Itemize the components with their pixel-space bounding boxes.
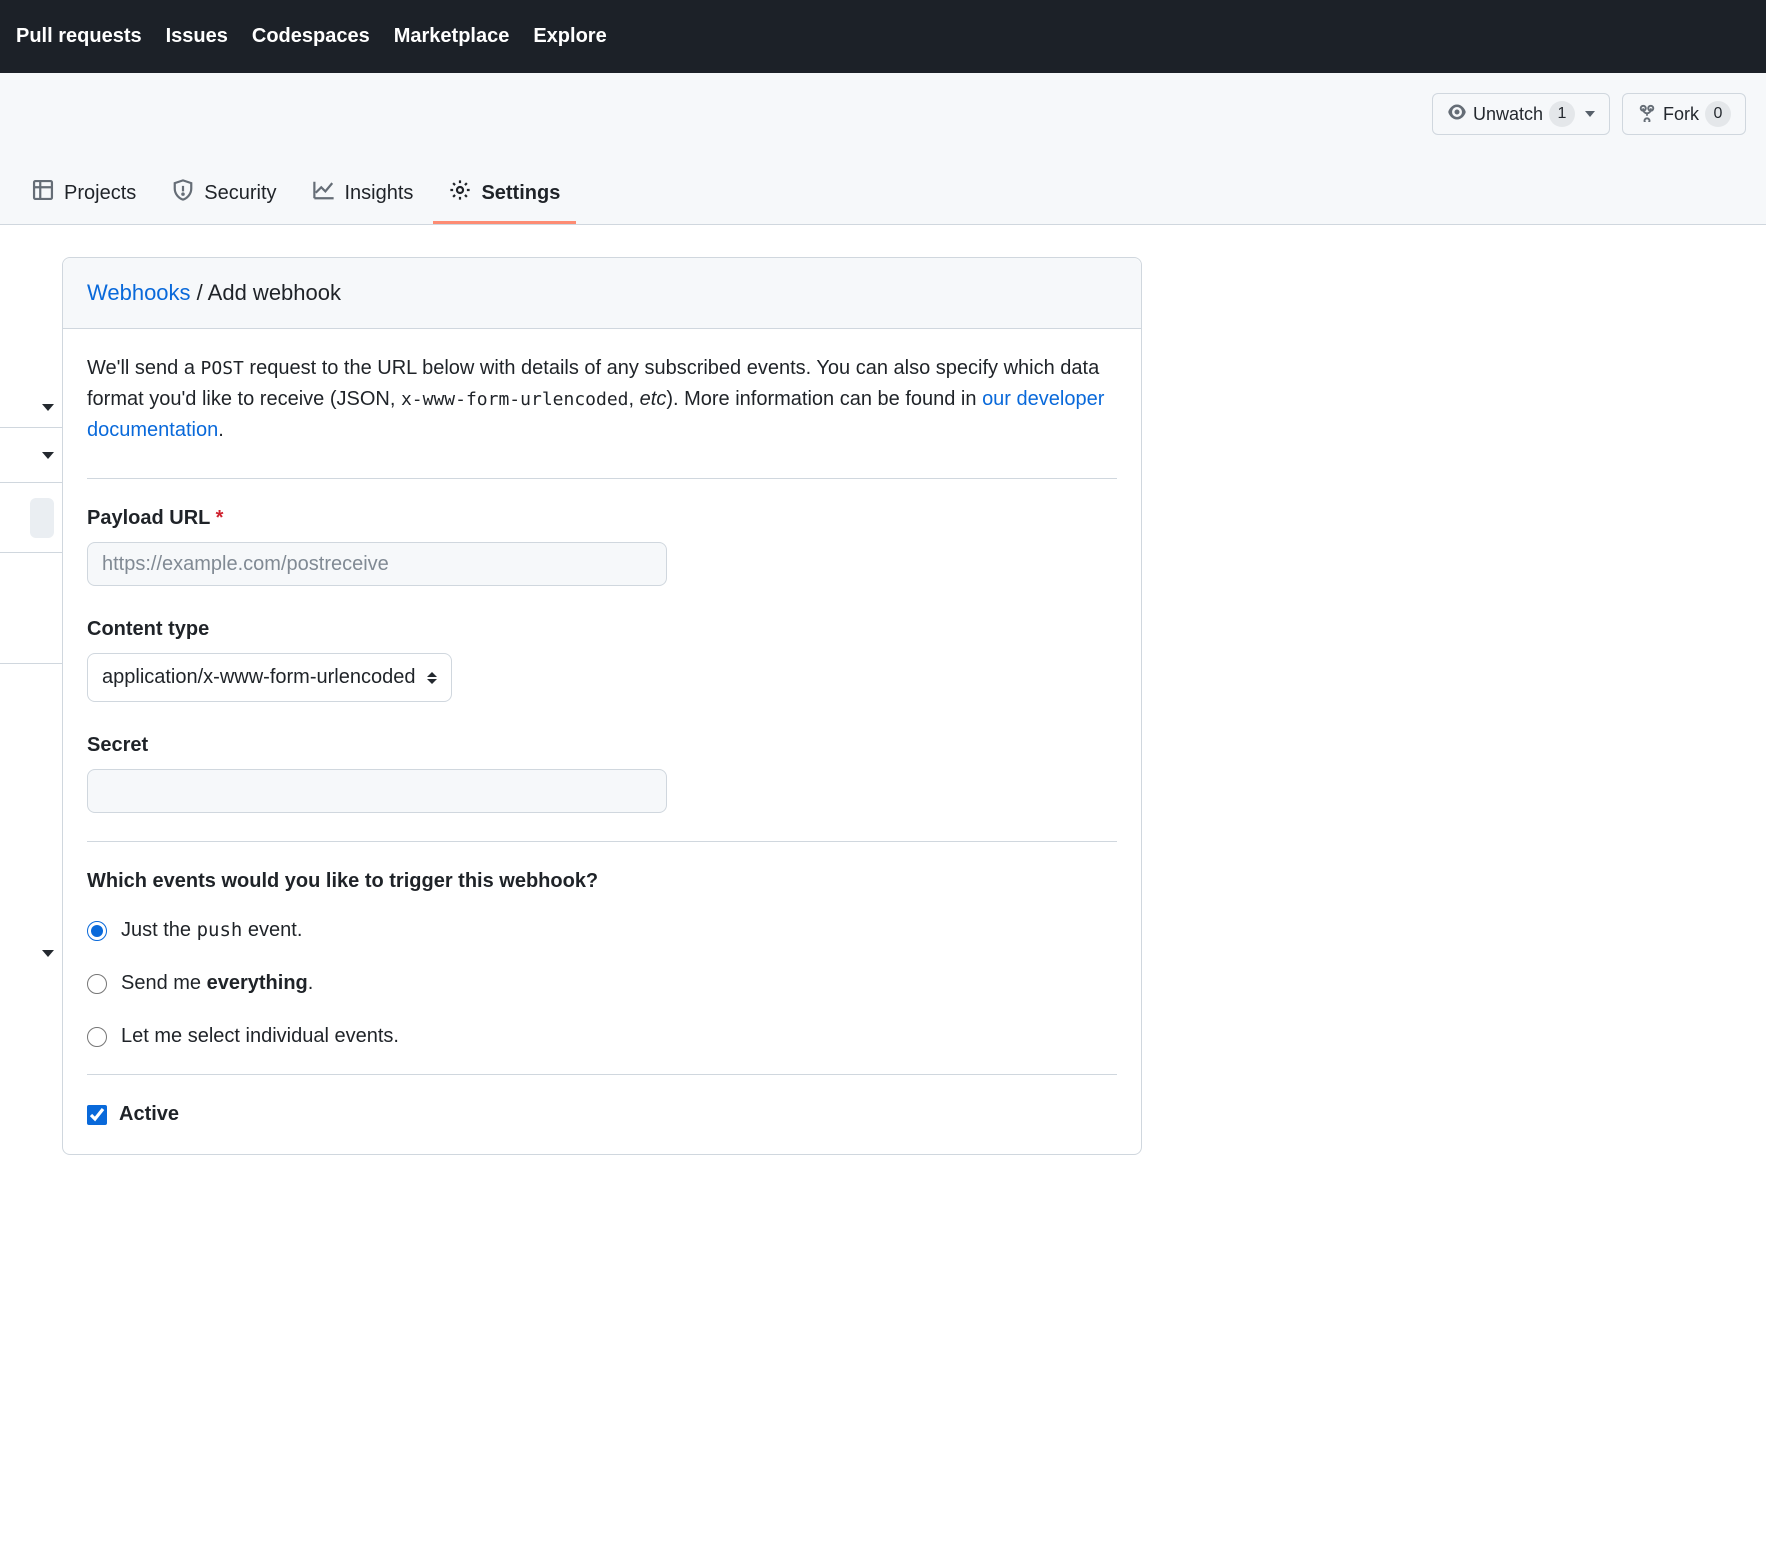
radio-everything-input[interactable]	[87, 974, 107, 994]
urlencoded-code: x-www-form-urlencoded	[401, 389, 629, 410]
fork-button[interactable]: Fork 0	[1622, 93, 1746, 135]
tab-projects-label: Projects	[64, 182, 136, 205]
unwatch-button[interactable]: Unwatch 1	[1432, 93, 1610, 135]
secret-label: Secret	[87, 730, 1117, 761]
tab-insights-label: Insights	[345, 182, 414, 205]
tab-settings[interactable]: Settings	[433, 165, 576, 224]
sidebar-section-collapse-2[interactable]	[0, 427, 62, 483]
fork-icon	[1637, 102, 1657, 127]
nav-marketplace[interactable]: Marketplace	[394, 25, 510, 48]
radio-everything[interactable]: Send me everything.	[87, 968, 1117, 999]
radio-individual[interactable]: Let me select individual events.	[87, 1021, 1117, 1052]
breadcrumb-webhooks-link[interactable]: Webhooks	[87, 280, 191, 305]
payload-url-input[interactable]	[87, 542, 667, 586]
graph-icon	[313, 179, 335, 207]
settings-sidebar	[0, 257, 62, 1155]
unwatch-label: Unwatch	[1473, 104, 1543, 125]
unwatch-count: 1	[1549, 101, 1575, 127]
fork-label: Fork	[1663, 104, 1699, 125]
tab-security-label: Security	[204, 182, 276, 205]
secret-input[interactable]	[87, 769, 667, 813]
fork-count: 0	[1705, 101, 1731, 127]
global-nav: Pull requests Issues Codespaces Marketpl…	[0, 0, 1766, 73]
select-caret-icon	[427, 672, 437, 684]
active-label: Active	[119, 1099, 179, 1130]
nav-codespaces[interactable]: Codespaces	[252, 25, 370, 48]
webhook-form-box: Webhooks / Add webhook We'll send a POST…	[62, 257, 1142, 1155]
events-heading: Which events would you like to trigger t…	[87, 866, 1117, 897]
chevron-down-icon	[42, 452, 54, 459]
chevron-down-icon	[42, 404, 54, 411]
nav-explore[interactable]: Explore	[533, 25, 606, 48]
radio-just-push[interactable]: Just the push event.	[87, 915, 1117, 946]
sidebar-section-collapse-3[interactable]	[0, 663, 62, 973]
shield-icon	[172, 179, 194, 207]
required-star: *	[216, 507, 224, 529]
tab-projects[interactable]: Projects	[16, 165, 152, 224]
nav-issues[interactable]: Issues	[166, 25, 228, 48]
sidebar-active-item[interactable]	[0, 483, 62, 553]
chevron-down-icon	[42, 950, 54, 957]
active-checkbox[interactable]	[87, 1105, 107, 1125]
breadcrumb-separator: /	[191, 280, 208, 305]
repo-subheader: Unwatch 1 Fork 0 Projects Security	[0, 73, 1766, 225]
sidebar-active-indicator	[30, 498, 54, 538]
tab-settings-label: Settings	[481, 182, 560, 205]
tab-security[interactable]: Security	[156, 165, 292, 224]
content-type-select[interactable]: application/x-www-form-urlencoded	[87, 653, 452, 702]
intro-text: We'll send a POST request to the URL bel…	[87, 353, 1117, 446]
active-row[interactable]: Active	[87, 1099, 1117, 1130]
caret-down-icon	[1585, 111, 1595, 117]
content-type-value: application/x-www-form-urlencoded	[102, 662, 415, 693]
nav-pull-requests[interactable]: Pull requests	[16, 25, 142, 48]
breadcrumb: Webhooks / Add webhook	[63, 258, 1141, 329]
content-type-label: Content type	[87, 614, 1117, 645]
tab-insights[interactable]: Insights	[297, 165, 430, 224]
sidebar-section-collapse-1[interactable]	[0, 257, 62, 427]
project-icon	[32, 179, 54, 207]
radio-individual-input[interactable]	[87, 1027, 107, 1047]
eye-icon	[1447, 102, 1467, 127]
gear-icon	[449, 179, 471, 207]
payload-url-label: Payload URL *	[87, 503, 1117, 534]
breadcrumb-current: Add webhook	[208, 280, 341, 305]
radio-just-push-input[interactable]	[87, 921, 107, 941]
post-code: POST	[201, 358, 244, 379]
